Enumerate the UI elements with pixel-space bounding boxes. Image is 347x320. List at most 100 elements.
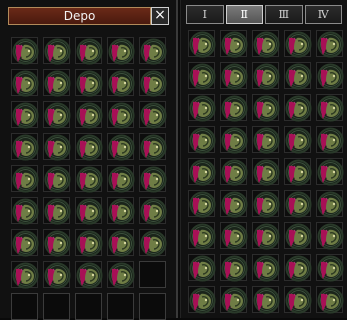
inventory-item-slot[interactable]	[316, 254, 344, 282]
inventory-item-slot[interactable]	[284, 62, 312, 90]
depo-empty-slot[interactable]	[139, 293, 166, 320]
depo-item-slot[interactable]	[43, 101, 71, 129]
inventory-item-slot[interactable]	[284, 190, 312, 218]
depo-item-slot[interactable]	[75, 165, 103, 193]
inventory-item-slot[interactable]	[316, 30, 344, 58]
depo-item-slot[interactable]	[43, 69, 71, 97]
inventory-item-slot[interactable]	[220, 158, 248, 186]
depo-empty-slot[interactable]	[11, 293, 38, 320]
depo-item-slot[interactable]	[43, 229, 71, 257]
inventory-item-slot[interactable]	[316, 94, 344, 122]
depo-title: Depo	[8, 7, 151, 25]
depo-item-slot[interactable]	[43, 261, 71, 289]
close-button[interactable]: ×	[151, 7, 169, 25]
depo-item-slot[interactable]	[107, 229, 135, 257]
inventory-item-slot[interactable]	[252, 190, 280, 218]
depo-item-slot[interactable]	[11, 133, 39, 161]
depo-empty-slot[interactable]	[43, 293, 70, 320]
depo-empty-slot[interactable]	[75, 293, 102, 320]
depo-item-slot[interactable]	[107, 37, 135, 65]
inventory-item-slot[interactable]	[220, 190, 248, 218]
inventory-item-slot[interactable]	[188, 158, 216, 186]
depo-item-slot[interactable]	[139, 165, 167, 193]
inventory-item-slot[interactable]	[252, 158, 280, 186]
inventory-item-slot[interactable]	[188, 126, 216, 154]
inventory-item-slot[interactable]	[316, 190, 344, 218]
inventory-item-slot[interactable]	[284, 126, 312, 154]
depo-item-slot[interactable]	[75, 261, 103, 289]
inventory-item-slot[interactable]	[220, 126, 248, 154]
depo-item-slot[interactable]	[139, 133, 167, 161]
tab-1[interactable]: Ⅰ	[186, 5, 224, 24]
inventory-item-slot[interactable]	[188, 190, 216, 218]
inventory-item-slot[interactable]	[220, 30, 248, 58]
depo-item-slot[interactable]	[75, 37, 103, 65]
tab-2[interactable]: Ⅱ	[225, 5, 263, 24]
depo-item-slot[interactable]	[139, 229, 167, 257]
depo-grid	[11, 37, 167, 320]
inventory-item-slot[interactable]	[284, 286, 312, 314]
depo-item-slot[interactable]	[75, 101, 103, 129]
depo-item-slot[interactable]	[107, 165, 135, 193]
inventory-item-slot[interactable]	[188, 62, 216, 90]
inventory-panel: Ⅰ Ⅱ Ⅲ Ⅳ	[180, 0, 347, 318]
depo-item-slot[interactable]	[43, 165, 71, 193]
tab-3[interactable]: Ⅲ	[265, 5, 303, 24]
depo-item-slot[interactable]	[11, 69, 39, 97]
inventory-item-slot[interactable]	[220, 254, 248, 282]
inventory-item-slot[interactable]	[284, 94, 312, 122]
inventory-item-slot[interactable]	[252, 30, 280, 58]
depo-item-slot[interactable]	[107, 261, 135, 289]
depo-item-slot[interactable]	[139, 37, 167, 65]
inventory-item-slot[interactable]	[252, 94, 280, 122]
inventory-item-slot[interactable]	[188, 222, 216, 250]
depo-item-slot[interactable]	[139, 69, 167, 97]
tab-4[interactable]: Ⅳ	[304, 5, 342, 24]
depo-item-slot[interactable]	[139, 197, 167, 225]
inventory-grid	[188, 30, 344, 314]
inventory-item-slot[interactable]	[220, 62, 248, 90]
depo-empty-slot[interactable]	[139, 261, 166, 288]
inventory-item-slot[interactable]	[284, 158, 312, 186]
inventory-item-slot[interactable]	[284, 30, 312, 58]
depo-item-slot[interactable]	[75, 197, 103, 225]
inventory-item-slot[interactable]	[284, 222, 312, 250]
depo-item-slot[interactable]	[75, 133, 103, 161]
depo-item-slot[interactable]	[107, 133, 135, 161]
inventory-item-slot[interactable]	[220, 222, 248, 250]
inventory-item-slot[interactable]	[316, 62, 344, 90]
depo-item-slot[interactable]	[75, 69, 103, 97]
depo-item-slot[interactable]	[43, 197, 71, 225]
inventory-item-slot[interactable]	[252, 126, 280, 154]
inventory-item-slot[interactable]	[252, 222, 280, 250]
inventory-item-slot[interactable]	[316, 158, 344, 186]
depo-item-slot[interactable]	[11, 261, 39, 289]
depo-item-slot[interactable]	[11, 101, 39, 129]
inventory-item-slot[interactable]	[316, 126, 344, 154]
inventory-item-slot[interactable]	[188, 254, 216, 282]
inventory-item-slot[interactable]	[220, 94, 248, 122]
depo-item-slot[interactable]	[11, 229, 39, 257]
inventory-item-slot[interactable]	[188, 286, 216, 314]
inventory-item-slot[interactable]	[188, 30, 216, 58]
depo-item-slot[interactable]	[11, 197, 39, 225]
depo-panel: Depo ×	[0, 0, 178, 320]
depo-item-slot[interactable]	[107, 69, 135, 97]
inventory-item-slot[interactable]	[284, 254, 312, 282]
depo-item-slot[interactable]	[43, 37, 71, 65]
inventory-item-slot[interactable]	[316, 222, 344, 250]
depo-item-slot[interactable]	[107, 197, 135, 225]
depo-item-slot[interactable]	[43, 133, 71, 161]
inventory-item-slot[interactable]	[252, 286, 280, 314]
depo-empty-slot[interactable]	[107, 293, 134, 320]
inventory-item-slot[interactable]	[316, 286, 344, 314]
inventory-item-slot[interactable]	[252, 254, 280, 282]
depo-item-slot[interactable]	[11, 165, 39, 193]
depo-item-slot[interactable]	[107, 101, 135, 129]
depo-item-slot[interactable]	[75, 229, 103, 257]
depo-item-slot[interactable]	[139, 101, 167, 129]
inventory-item-slot[interactable]	[220, 286, 248, 314]
inventory-item-slot[interactable]	[252, 62, 280, 90]
depo-item-slot[interactable]	[11, 37, 39, 65]
inventory-item-slot[interactable]	[188, 94, 216, 122]
